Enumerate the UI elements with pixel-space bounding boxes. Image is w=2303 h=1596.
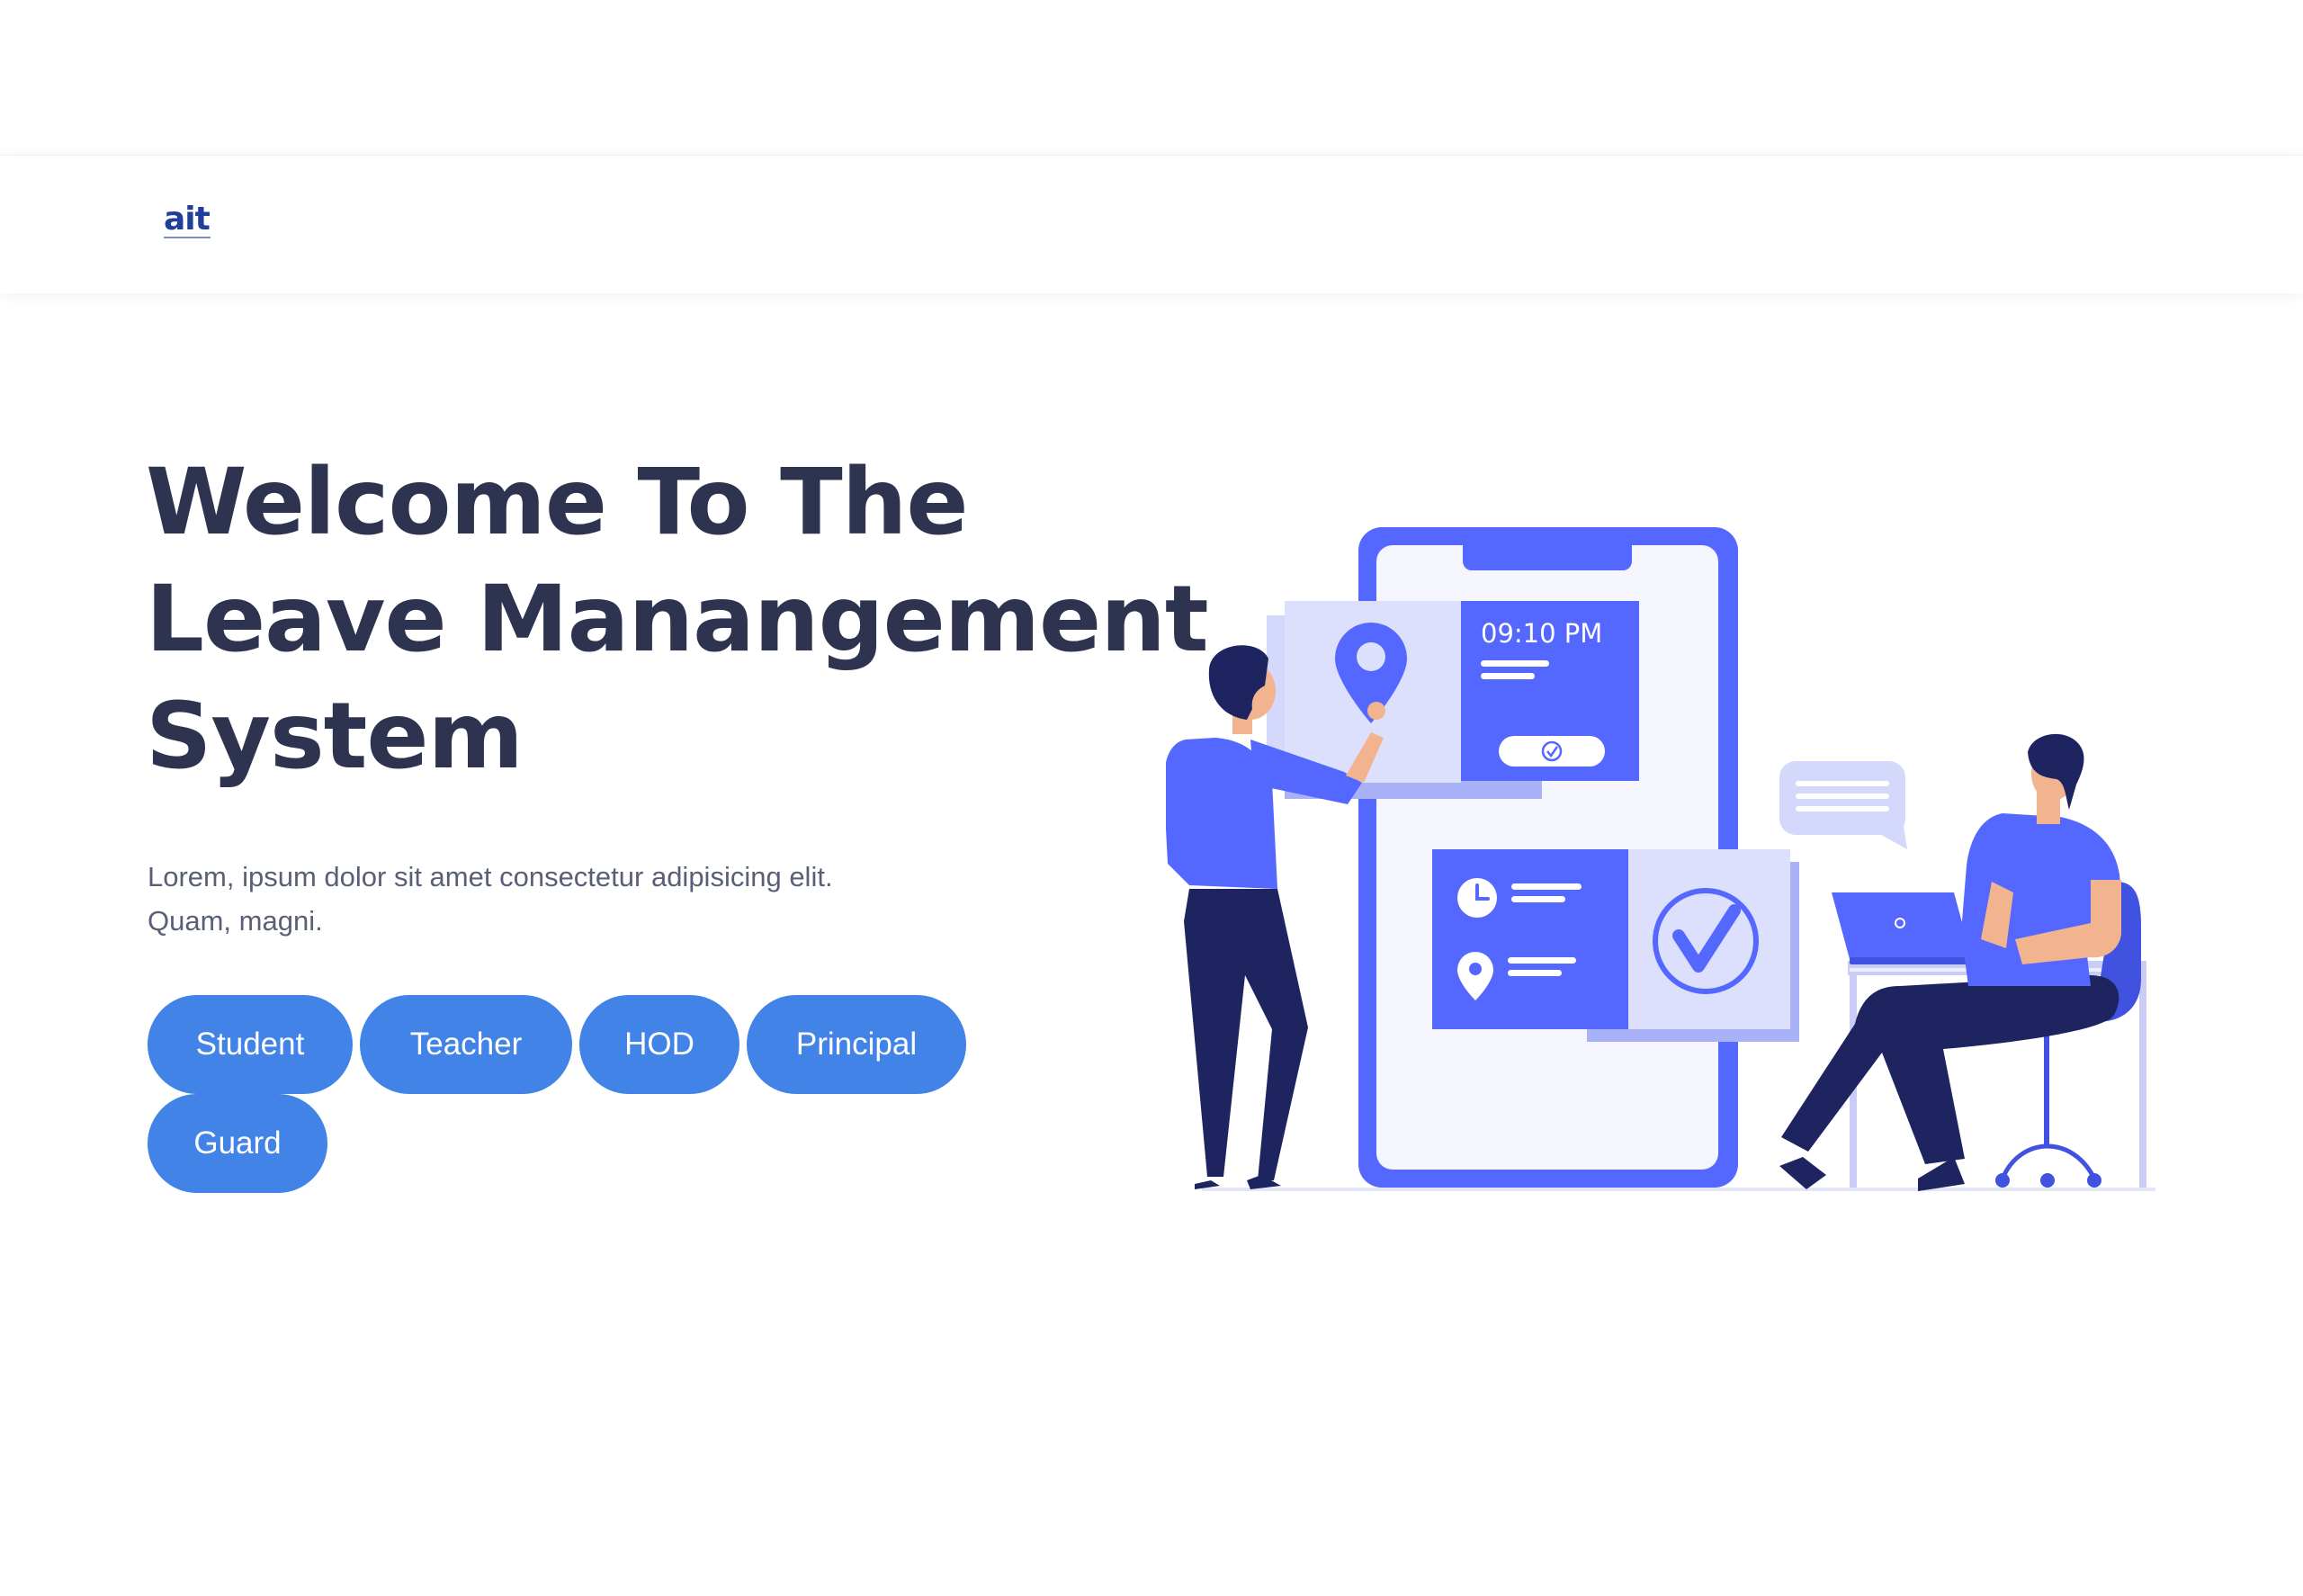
chat-bubble-icon bbox=[1779, 761, 1907, 849]
hero-subtitle: Lorem, ipsum dolor sit amet consectetur … bbox=[148, 855, 921, 943]
hero-title-line-2: Leave Manangement bbox=[146, 566, 1209, 673]
ground-line bbox=[1202, 1188, 2155, 1191]
hero-title-line-3: System bbox=[146, 683, 524, 790]
principal-button[interactable]: Principal bbox=[747, 995, 966, 1094]
hero-subtitle-line-1: Lorem, ipsum dolor sit amet consectetur … bbox=[148, 861, 833, 892]
teacher-button[interactable]: Teacher bbox=[360, 995, 572, 1094]
navbar: ait bbox=[0, 155, 2303, 293]
logo-text: ait bbox=[164, 201, 211, 238]
clock-icon bbox=[1457, 878, 1497, 918]
hod-button[interactable]: HOD bbox=[579, 995, 739, 1094]
hero-subtitle-line-2: Quam, magni. bbox=[148, 905, 323, 937]
brand-logo[interactable]: ait bbox=[164, 201, 218, 240]
hero-title-line-1: Welcome To The bbox=[146, 449, 969, 556]
guard-button[interactable]: Guard bbox=[148, 1094, 327, 1193]
hero-title: Welcome To The Leave Manangement System bbox=[146, 444, 1209, 795]
approval-card bbox=[1432, 849, 1799, 1042]
hero-illustration: 09:10 PM bbox=[1166, 527, 2155, 1191]
student-button[interactable]: Student bbox=[148, 995, 353, 1094]
time-text: 09:10 PM bbox=[1481, 618, 1602, 649]
